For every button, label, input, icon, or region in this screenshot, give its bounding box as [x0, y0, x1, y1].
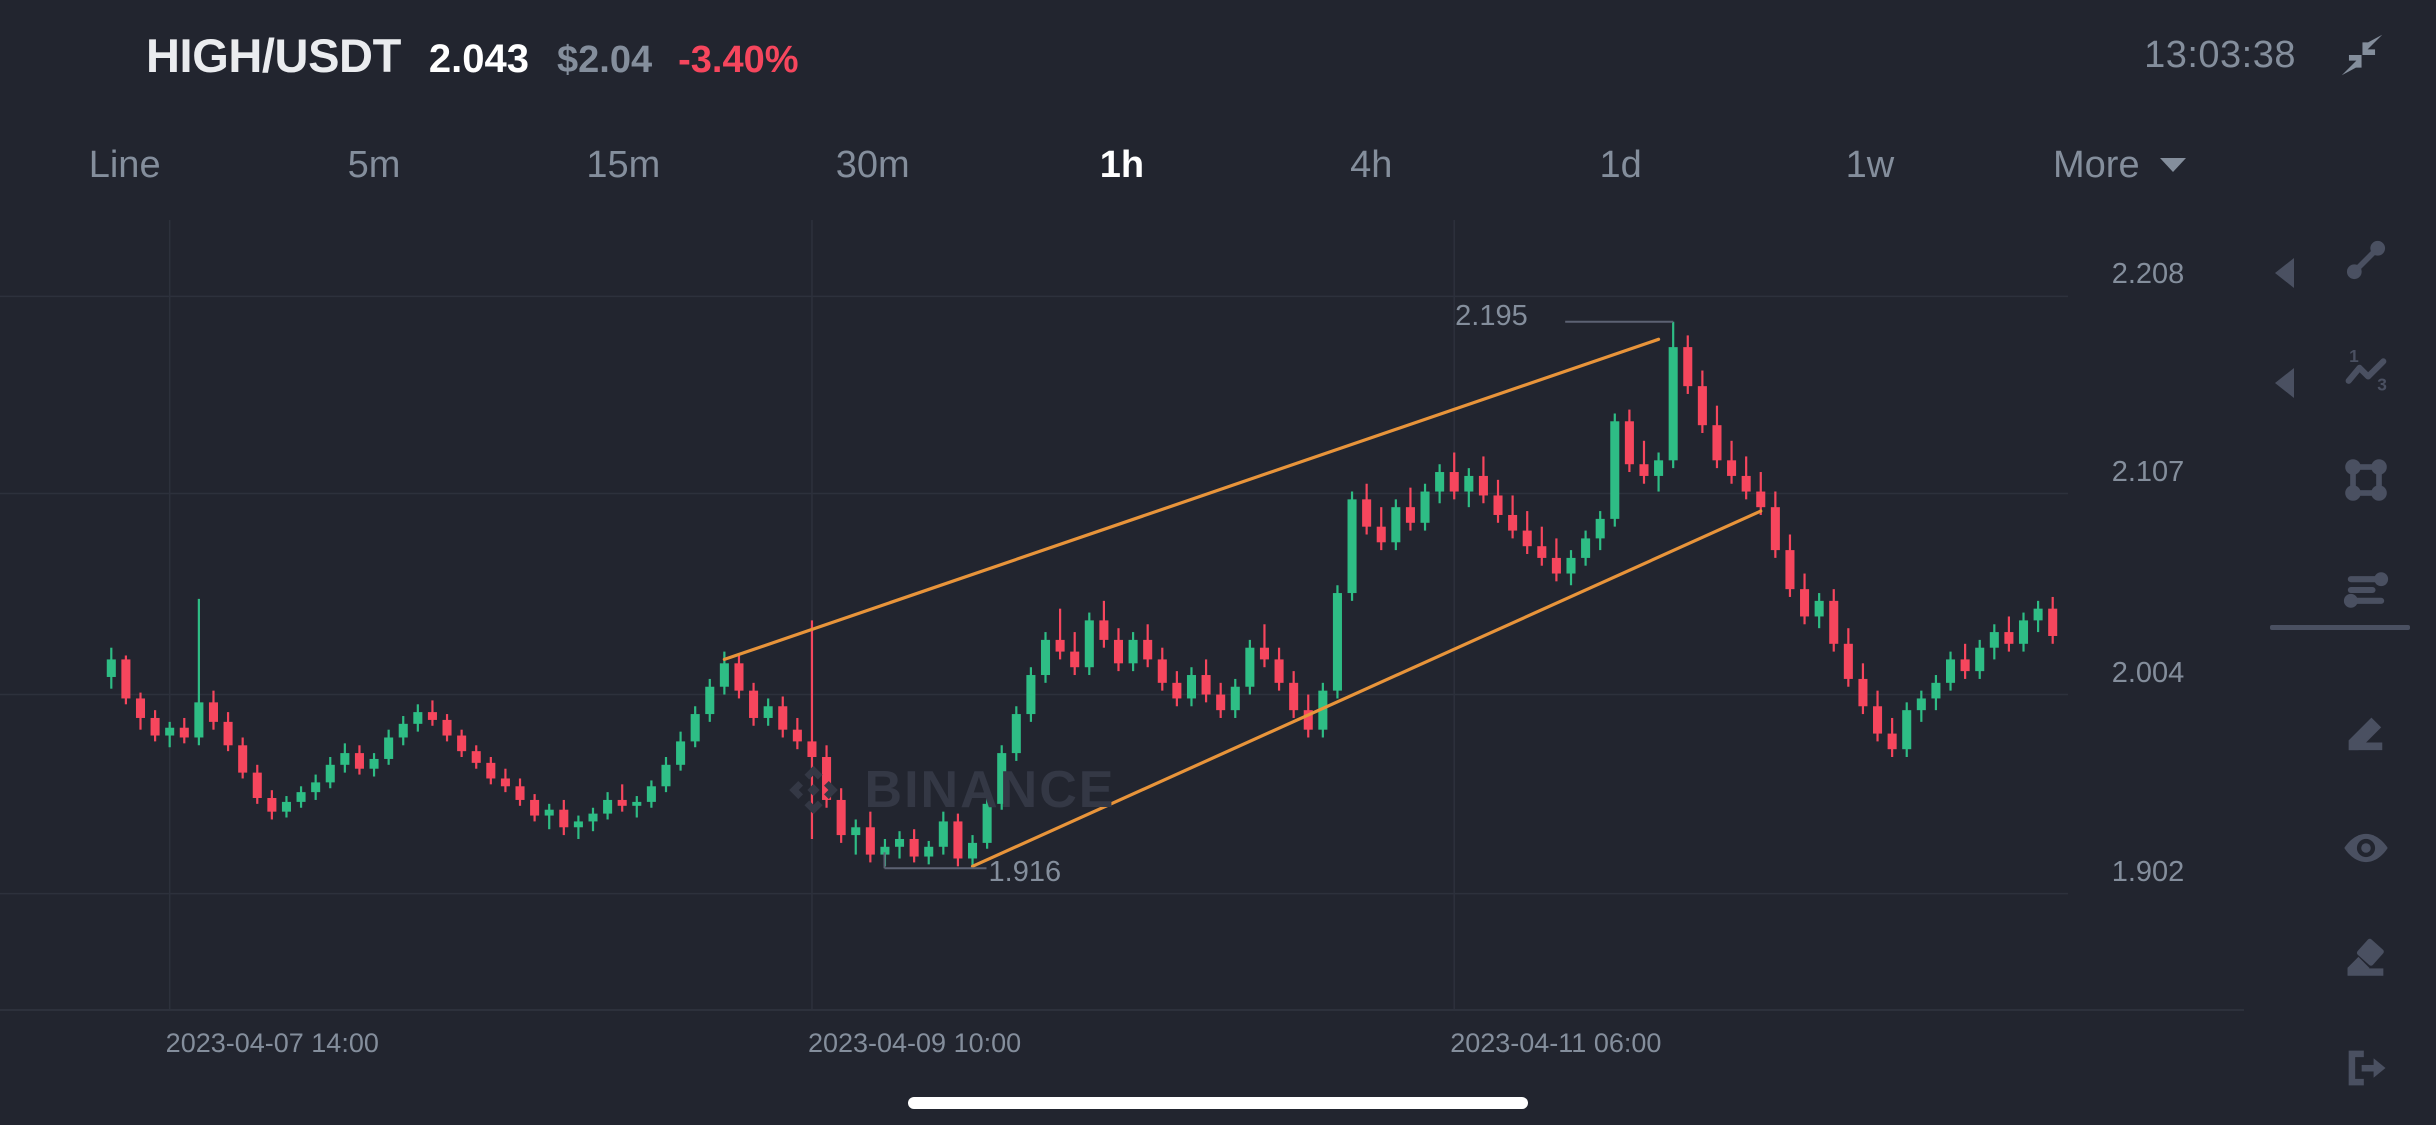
svg-text:3: 3: [2377, 374, 2387, 394]
chevron-down-icon[interactable]: [2159, 158, 2186, 172]
chart-gridlines: [0, 220, 2244, 1011]
tab-label: Line: [88, 143, 161, 186]
header-right-group: 13:03:38: [2144, 0, 2436, 110]
trend-line-tool-expand-arrow[interactable]: [2275, 258, 2294, 288]
magnet-draw-tool-icon[interactable]: [2318, 688, 2414, 784]
price-axis-label: 1.902: [2111, 855, 2185, 888]
period-low-label: 1.916: [988, 856, 1062, 889]
tab-label: 1w: [1845, 143, 1895, 186]
symbol-usd-price: $2.04: [557, 38, 653, 81]
tab-1d[interactable]: 1d: [1496, 144, 1745, 187]
chart-header: HIGH/USDT 2.043 $2.04 -3.40% 13:03:38: [0, 0, 2436, 110]
toolbar-divider: [2270, 625, 2410, 630]
symbol-change-percent: -3.40%: [678, 38, 799, 81]
period-high-label: 2.195: [1455, 299, 1528, 332]
tab-label: 1h: [1099, 143, 1145, 186]
tab-label: 4h: [1350, 143, 1393, 186]
chart-area[interactable]: BINANCE 2.208 2.107 2.004 1.902 2023-04-07 …: [0, 220, 2244, 1070]
tab-label: More: [2053, 143, 2140, 186]
visibility-eye-icon[interactable]: [2318, 800, 2414, 896]
eraser-icon[interactable]: [2318, 910, 2414, 1006]
symbol-summary: HIGH/USDT 2.043 $2.04 -3.40%: [146, 28, 799, 83]
home-indicator: [908, 1097, 1528, 1109]
tab-line[interactable]: Line: [0, 144, 249, 187]
tab-30m[interactable]: 30m: [748, 144, 997, 187]
tab-label: 5m: [347, 143, 401, 186]
svg-text:1: 1: [2349, 346, 2359, 366]
tab-more[interactable]: More: [1995, 144, 2244, 187]
tab-label: 15m: [586, 143, 661, 186]
price-axis-label: 2.208: [2111, 258, 2185, 291]
symbol-last-price: 2.043: [428, 36, 530, 81]
candlestick-chart[interactable]: [0, 220, 2244, 1070]
trend-line-tool-icon[interactable]: [2318, 212, 2414, 308]
rectangle-tool-icon[interactable]: [2318, 432, 2414, 528]
price-axis-label: 2.107: [2111, 455, 2185, 488]
trading-chart-screen: HIGH/USDT 2.043 $2.04 -3.40% 13:03:38 Li…: [0, 0, 2436, 1125]
symbol-pair: HIGH/USDT: [146, 28, 401, 82]
elliott-wave-tool-icon[interactable]: 1 3: [2318, 322, 2414, 418]
exit-icon[interactable]: [2318, 1020, 2414, 1116]
trend-channel[interactable]: [722, 337, 1763, 868]
tab-15m[interactable]: 15m: [499, 144, 748, 187]
tab-1h[interactable]: 1h: [997, 144, 1246, 187]
time-axis-label: 2023-04-09 10:00: [807, 1028, 1022, 1058]
tab-label: 30m: [835, 143, 910, 186]
tab-5m[interactable]: 5m: [249, 144, 498, 187]
tab-label: 1d: [1599, 143, 1642, 186]
tab-4h[interactable]: 4h: [1247, 144, 1496, 187]
price-axis-label: 2.004: [2111, 656, 2185, 689]
candle-series: [106, 321, 2058, 867]
time-axis-label: 2023-04-11 06:00: [1450, 1028, 1662, 1058]
time-axis-label: 2023-04-07 14:00: [165, 1028, 379, 1058]
clock-label: 13:03:38: [2144, 33, 2296, 76]
fib-levels-tool-icon[interactable]: [2318, 542, 2414, 638]
drawing-toolbar[interactable]: 1 3: [2244, 220, 2436, 1086]
timeframe-tab-bar[interactable]: Line 5m 15m 30m 1h 4h 1d 1w More: [0, 110, 2244, 220]
elliott-wave-tool-expand-arrow[interactable]: [2275, 368, 2294, 398]
tab-1w[interactable]: 1w: [1745, 144, 1994, 187]
collapse-arrows-icon[interactable]: [2324, 17, 2400, 93]
